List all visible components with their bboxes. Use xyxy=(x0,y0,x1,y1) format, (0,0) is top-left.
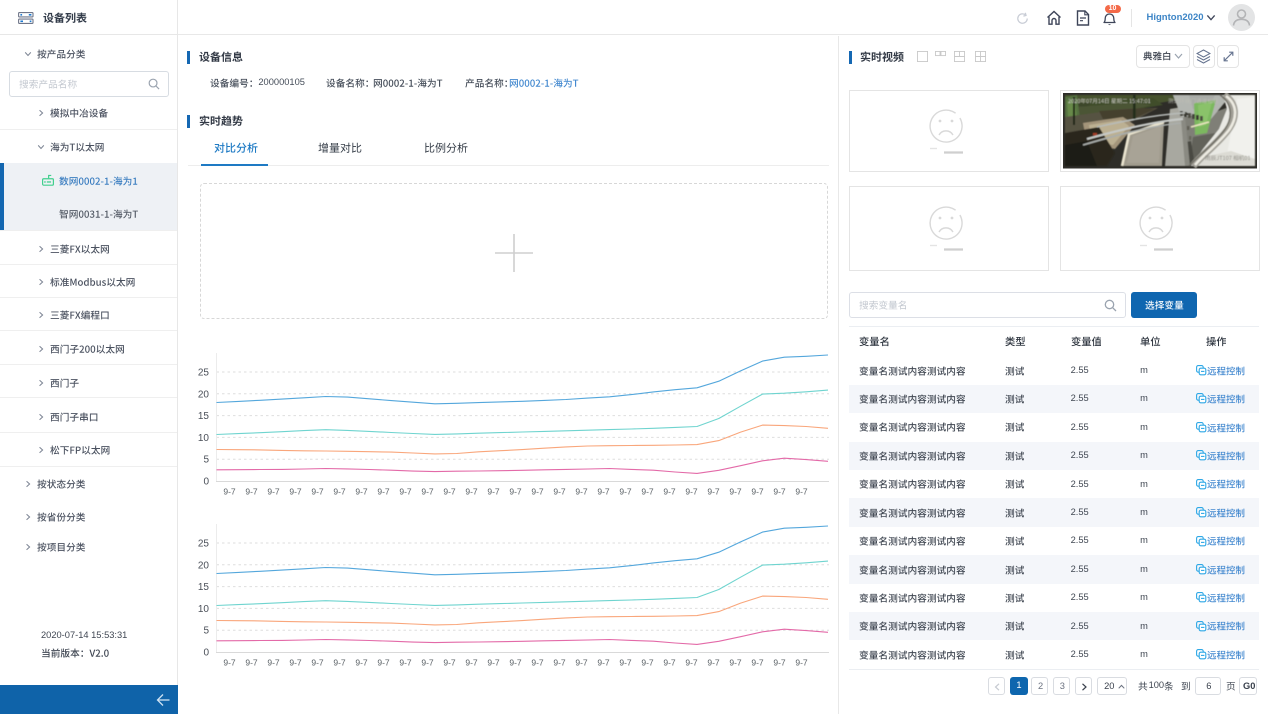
svg-text:9-7: 9-7 xyxy=(663,487,676,497)
svg-text:9-7: 9-7 xyxy=(333,658,346,668)
svg-text:9-7: 9-7 xyxy=(443,487,456,497)
svg-text:9-7: 9-7 xyxy=(597,487,610,497)
svg-text:9-7: 9-7 xyxy=(289,487,302,497)
svg-text:9-7: 9-7 xyxy=(311,487,324,497)
svg-text:9-7: 9-7 xyxy=(619,487,632,497)
svg-text:0: 0 xyxy=(203,648,209,659)
svg-text:9-7: 9-7 xyxy=(245,487,258,497)
svg-text:9-7: 9-7 xyxy=(245,658,258,668)
svg-text:9-7: 9-7 xyxy=(685,487,698,497)
svg-text:9-7: 9-7 xyxy=(311,658,324,668)
svg-text:9-7: 9-7 xyxy=(619,658,632,668)
svg-text:9-7: 9-7 xyxy=(575,487,588,497)
svg-text:9-7: 9-7 xyxy=(729,487,742,497)
svg-text:9-7: 9-7 xyxy=(487,658,500,668)
svg-text:9-7: 9-7 xyxy=(267,658,280,668)
svg-text:5: 5 xyxy=(203,626,209,637)
svg-text:9-7: 9-7 xyxy=(267,487,280,497)
svg-text:9-7: 9-7 xyxy=(641,658,654,668)
svg-text:9-7: 9-7 xyxy=(553,487,566,497)
svg-text:25: 25 xyxy=(198,368,210,379)
svg-text:9-7: 9-7 xyxy=(707,658,720,668)
svg-text:9-7: 9-7 xyxy=(377,487,390,497)
svg-text:9-7: 9-7 xyxy=(355,487,368,497)
svg-text:9-7: 9-7 xyxy=(751,487,764,497)
svg-text:9-7: 9-7 xyxy=(355,658,368,668)
svg-text:9-7: 9-7 xyxy=(487,487,500,497)
svg-text:9-7: 9-7 xyxy=(553,658,566,668)
svg-text:10: 10 xyxy=(198,433,210,444)
svg-text:9-7: 9-7 xyxy=(223,658,236,668)
svg-text:9-7: 9-7 xyxy=(663,658,676,668)
svg-text:9-7: 9-7 xyxy=(399,658,412,668)
svg-text:9-7: 9-7 xyxy=(795,658,808,668)
svg-text:9-7: 9-7 xyxy=(707,487,720,497)
svg-text:20: 20 xyxy=(198,560,210,571)
svg-text:9-7: 9-7 xyxy=(597,658,610,668)
svg-text:9-7: 9-7 xyxy=(641,487,654,497)
svg-text:5: 5 xyxy=(203,455,209,466)
svg-text:9-7: 9-7 xyxy=(509,487,522,497)
svg-text:9-7: 9-7 xyxy=(333,487,346,497)
svg-text:9-7: 9-7 xyxy=(795,487,808,497)
svg-text:9-7: 9-7 xyxy=(223,487,236,497)
svg-text:9-7: 9-7 xyxy=(465,487,478,497)
svg-text:9-7: 9-7 xyxy=(421,658,434,668)
svg-text:9-7: 9-7 xyxy=(773,487,786,497)
svg-text:25: 25 xyxy=(198,539,210,550)
svg-text:9-7: 9-7 xyxy=(685,658,698,668)
svg-text:15: 15 xyxy=(198,411,210,422)
svg-text:20: 20 xyxy=(198,389,210,400)
svg-text:9-7: 9-7 xyxy=(751,658,764,668)
svg-text:0: 0 xyxy=(203,477,209,488)
svg-text:9-7: 9-7 xyxy=(465,658,478,668)
svg-text:9-7: 9-7 xyxy=(289,658,302,668)
svg-text:9-7: 9-7 xyxy=(399,487,412,497)
svg-text:9-7: 9-7 xyxy=(575,658,588,668)
svg-text:15: 15 xyxy=(198,582,210,593)
svg-text:9-7: 9-7 xyxy=(509,658,522,668)
svg-text:9-7: 9-7 xyxy=(773,658,786,668)
svg-text:9-7: 9-7 xyxy=(531,658,544,668)
svg-text:9-7: 9-7 xyxy=(531,487,544,497)
svg-text:9-7: 9-7 xyxy=(377,658,390,668)
svg-text:9-7: 9-7 xyxy=(443,658,456,668)
svg-text:10: 10 xyxy=(198,604,210,615)
svg-text:9-7: 9-7 xyxy=(729,658,742,668)
svg-text:9-7: 9-7 xyxy=(421,487,434,497)
